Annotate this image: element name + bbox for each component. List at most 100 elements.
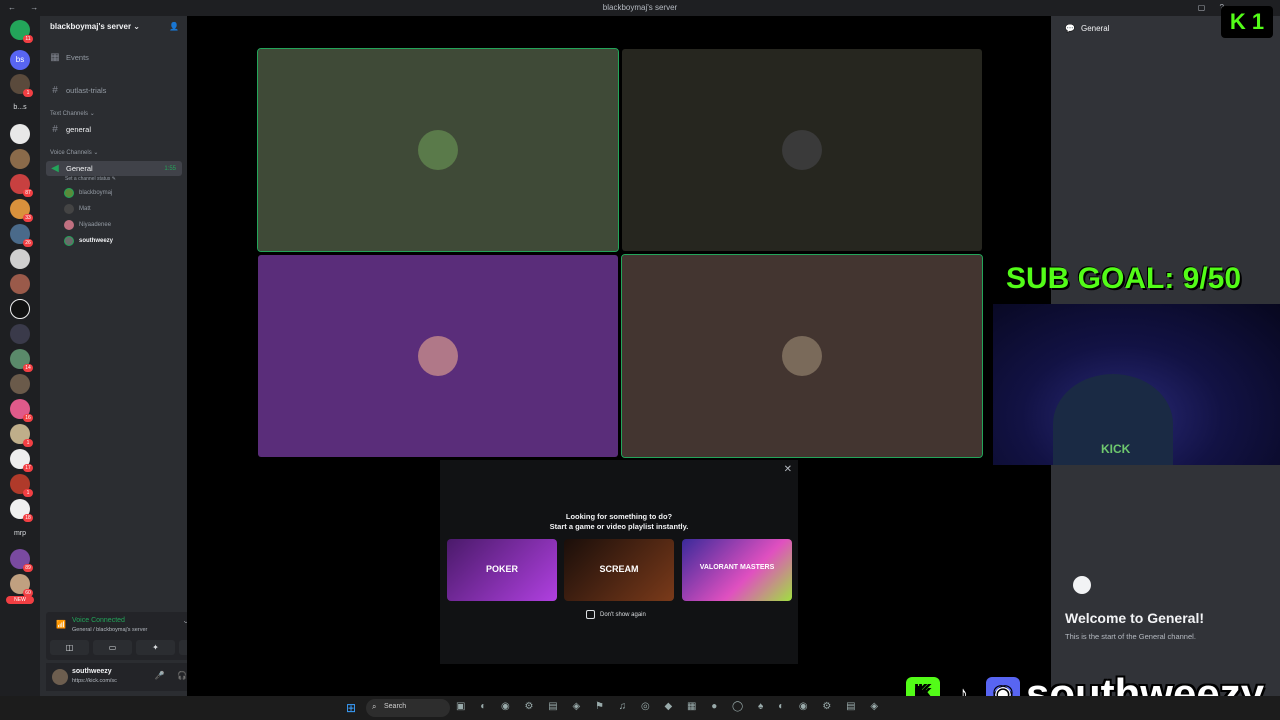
server-name: blackboymaj's server ⌄ xyxy=(50,22,140,31)
server-icon[interactable]: 1 xyxy=(10,74,33,97)
server-icon[interactable]: 16 xyxy=(10,399,33,422)
new-badge: NEW xyxy=(6,596,34,604)
search-label: Search xyxy=(384,703,407,710)
voice-channel-general[interactable]: ◀ General 1:55 xyxy=(46,161,182,176)
speaker-icon: ◀ xyxy=(51,163,59,174)
welcome-title: Welcome to General! xyxy=(1065,610,1205,626)
calendar-icon: ▦ xyxy=(50,52,60,63)
activity-button[interactable]: ✦ xyxy=(136,640,175,655)
window-title: blackboymaj's server xyxy=(602,3,678,12)
avatar xyxy=(64,236,74,246)
voice-user-name: blackboymaj xyxy=(79,190,113,196)
hash-icon: # xyxy=(52,124,58,135)
avatar xyxy=(418,130,458,170)
category-text-channels[interactable]: Text Channels ⌄ xyxy=(50,110,95,117)
activity-suggestions: ✕ Looking for something to do? Start a g… xyxy=(440,460,798,664)
shirt-logo: KICK xyxy=(1101,442,1131,456)
server-icon[interactable] xyxy=(10,374,30,394)
webcam-feed: KICK xyxy=(993,304,1280,465)
channel-label: general xyxy=(66,125,92,134)
avatar xyxy=(782,130,822,170)
server-icon[interactable] xyxy=(10,274,30,294)
avatar xyxy=(64,204,74,214)
server-icon[interactable]: 89 xyxy=(10,549,33,572)
server-icon[interactable] xyxy=(10,124,30,144)
user-status: https://kick.com/sc xyxy=(72,678,117,684)
activity-card-poker[interactable]: POKER xyxy=(447,539,557,601)
server-icon[interactable] xyxy=(10,299,30,319)
taskbar-app-icons[interactable]: ▣ ◐ ◉ ⚙ ▤ ◈ ⚑ ♫ ◎ ◆ ▦ ● ◯ ♠ ◐ ◉ ⚙ ▤ ◈ xyxy=(456,701,884,712)
taskbar: ⊞ ⌕ Search ▣ ◐ ◉ ⚙ ▤ ◈ ⚑ ♫ ◎ ◆ ▦ ● ◯ ♠ ◐ … xyxy=(0,696,1280,720)
channel-events[interactable]: ▦ Events xyxy=(46,50,182,65)
channel-status-input[interactable]: Set a channel status ✎ xyxy=(65,176,116,182)
server-icon[interactable]: 1 xyxy=(10,424,33,447)
server-header[interactable]: blackboymaj's server ⌄ 👤 xyxy=(40,16,187,42)
card-label: SCREAM xyxy=(599,564,639,574)
voice-user-name: Niyaadenee xyxy=(79,222,112,228)
server-icon[interactable]: 33 xyxy=(10,199,33,222)
camera-button[interactable]: ◫ xyxy=(50,640,89,655)
avatar xyxy=(418,336,458,376)
server-icon[interactable] xyxy=(10,324,30,344)
server-icon[interactable]: 14 xyxy=(10,349,33,372)
server-icon[interactable]: 17 xyxy=(10,449,33,472)
server-icon[interactable]: 18 xyxy=(10,499,33,522)
voice-user[interactable]: blackboymaj xyxy=(64,188,112,198)
channel-label: Events xyxy=(66,53,89,62)
server-icon[interactable]: 1 xyxy=(10,474,33,497)
voice-user[interactable]: southweezy xyxy=(64,236,113,246)
hash-icon: # xyxy=(52,85,58,96)
signal-icon[interactable]: 📶 xyxy=(56,620,66,630)
chat-channel-name: General xyxy=(1080,24,1110,33)
voice-timer: 1:55 xyxy=(164,165,176,172)
voice-connected-label[interactable]: Voice Connected xyxy=(72,617,125,624)
close-icon[interactable]: ✕ xyxy=(784,464,792,475)
activity-subheading: Start a game or video playlist instantly… xyxy=(549,522,689,531)
server-list: 11 bs 1 b...s 87 33 26 14 16 1 17 1 18 m… xyxy=(0,16,40,696)
avatar xyxy=(64,188,74,198)
channel-general[interactable]: # general xyxy=(46,122,182,137)
activity-card-valorant[interactable]: VALORANT MASTERS xyxy=(682,539,792,601)
voice-user-name: southweezy xyxy=(79,238,114,244)
sub-goal-overlay: SUB GOAL: 9/50 xyxy=(1006,262,1242,295)
dont-show-again[interactable]: Don't show again xyxy=(586,610,646,619)
chat-welcome-icon xyxy=(1073,576,1091,594)
chat-header: 💬 General xyxy=(1065,24,1109,33)
taskbar-search[interactable]: ⌕ Search xyxy=(366,699,450,717)
add-member-icon[interactable]: 👤 xyxy=(169,22,179,31)
channel-label: outlast-trials xyxy=(66,86,107,95)
voice-user[interactable]: Niyaadenee xyxy=(64,220,111,230)
server-bs[interactable]: bs xyxy=(10,50,30,70)
voice-user-name: Matt xyxy=(79,206,91,212)
username[interactable]: southweezy xyxy=(72,668,112,675)
avatar xyxy=(782,336,822,376)
category-voice-channels[interactable]: Voice Channels ⌄ xyxy=(50,149,98,156)
avatar[interactable] xyxy=(52,669,68,685)
screen-share-button[interactable]: ▭ xyxy=(93,640,132,655)
card-label: VALORANT MASTERS xyxy=(699,564,775,571)
title-bar: ← → blackboymaj's server ▢ ? xyxy=(0,0,1280,16)
video-tile[interactable] xyxy=(621,254,983,458)
voice-user[interactable]: Matt xyxy=(64,204,91,214)
channel-label: General xyxy=(66,164,93,173)
kick-follower-badge: K 1 xyxy=(1221,6,1273,38)
server-folder-label[interactable]: b...s xyxy=(6,104,34,111)
activity-card-scream[interactable]: SCREAM xyxy=(564,539,674,601)
welcome-subtitle: This is the start of the General channel… xyxy=(1065,632,1196,641)
server-icon[interactable]: 60 xyxy=(10,574,33,597)
server-icon[interactable] xyxy=(10,149,30,169)
card-label: POKER xyxy=(485,564,518,574)
server-icon[interactable]: 87 xyxy=(10,174,33,197)
server-icon[interactable]: 26 xyxy=(10,224,33,247)
video-tile[interactable] xyxy=(257,48,619,252)
windows-start-icon[interactable]: ⊞ xyxy=(346,701,360,715)
channel-outlast-trials[interactable]: # outlast-trials xyxy=(46,83,182,98)
video-tile[interactable] xyxy=(258,255,618,457)
video-tile[interactable] xyxy=(622,49,982,251)
chat-bubble-icon: 💬 xyxy=(1065,24,1075,33)
home-icon[interactable]: 11 xyxy=(10,20,33,43)
activity-heading: Looking for something to do? xyxy=(565,512,673,521)
server-folder-label[interactable]: mrp xyxy=(6,530,34,537)
server-icon[interactable] xyxy=(10,249,30,269)
checkbox[interactable] xyxy=(586,610,595,619)
